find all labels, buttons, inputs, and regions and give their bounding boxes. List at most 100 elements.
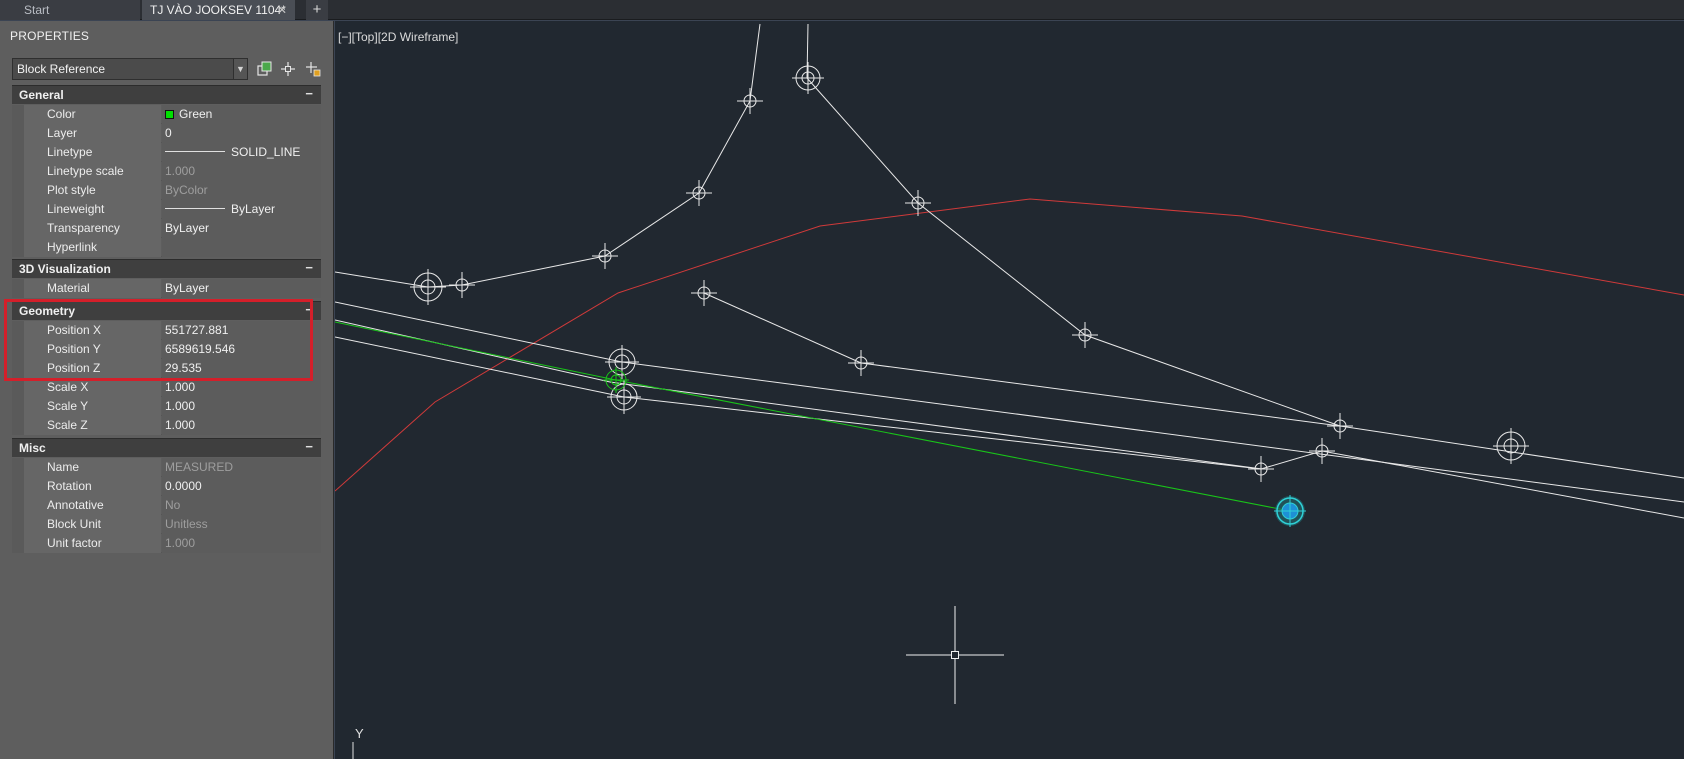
property-row-annotative[interactable]: Annotative No — [12, 496, 321, 515]
property-value-scale-z[interactable]: 1.000 — [162, 416, 321, 435]
property-label: Material — [12, 279, 161, 298]
point-marker — [592, 243, 618, 269]
white-line-long-2 — [335, 319, 1263, 470]
point-marker — [848, 350, 874, 376]
green-selected-line — [335, 321, 1291, 512]
section-general[interactable]: General − — [12, 85, 321, 104]
pickadd-icon — [257, 61, 272, 76]
collapse-icon[interactable]: − — [305, 260, 313, 275]
property-value-material[interactable]: ByLayer — [162, 279, 321, 298]
property-label: Scale Z — [12, 416, 161, 435]
white-polyline-inner — [703, 292, 1341, 427]
tab-drawing[interactable]: TJ VÀO JOOKSEV 1104* ✕ — [142, 0, 295, 20]
section-misc-title: Misc — [19, 441, 46, 455]
property-row-name[interactable]: Name MEASURED — [12, 458, 321, 477]
property-value-color[interactable]: Green — [162, 105, 321, 124]
property-value-scale-y[interactable]: 1.000 — [162, 397, 321, 416]
collapse-icon[interactable]: − — [305, 302, 313, 317]
drawing-canvas[interactable]: Y — [335, 21, 1684, 759]
section-3d-visualization-title: 3D Visualization — [19, 262, 111, 276]
property-value-rotation[interactable]: 0.0000 — [162, 477, 321, 496]
point-marker — [605, 345, 639, 379]
property-value-layer[interactable]: 0 — [162, 124, 321, 143]
property-row-color[interactable]: Color Green — [12, 105, 321, 124]
lineweight-value-text: ByLayer — [231, 202, 276, 216]
property-row-scale-y[interactable]: Scale Y 1.000 — [12, 397, 321, 416]
point-marker — [1493, 428, 1529, 464]
property-value-position-z[interactable]: 29.535 — [162, 359, 321, 378]
drawing-geometry — [335, 23, 1684, 759]
section-geometry-title: Geometry — [19, 304, 76, 318]
property-row-scale-z[interactable]: Scale Z 1.000 — [12, 416, 321, 435]
property-value-position-x[interactable]: 551727.881 — [162, 321, 321, 340]
section-geometry[interactable]: Geometry − — [12, 301, 321, 320]
property-label: Linetype — [12, 143, 161, 162]
property-row-scale-x[interactable]: Scale X 1.000 — [12, 378, 321, 397]
property-label: Hyperlink — [12, 238, 161, 257]
linetype-preview — [165, 151, 225, 152]
object-type-dropdown[interactable]: Block Reference ▼ — [12, 58, 248, 80]
select-objects-button[interactable] — [278, 59, 298, 79]
property-value-lineweight[interactable]: ByLayer — [162, 200, 321, 219]
collapse-icon[interactable]: − — [305, 86, 313, 101]
property-label: Linetype scale — [12, 162, 161, 181]
property-row-linetype[interactable]: Linetype SOLID_LINE — [12, 143, 321, 162]
property-value-position-y[interactable]: 6589619.546 — [162, 340, 321, 359]
tab-start[interactable]: Start — [0, 0, 140, 20]
property-row-transparency[interactable]: Transparency ByLayer — [12, 219, 321, 238]
property-row-plot-style[interactable]: Plot style ByColor — [12, 181, 321, 200]
property-label: Position Z — [12, 359, 161, 378]
property-row-linetype-scale[interactable]: Linetype scale 1.000 — [12, 162, 321, 181]
property-row-block-unit[interactable]: Block Unit Unitless — [12, 515, 321, 534]
property-row-hyperlink[interactable]: Hyperlink — [12, 238, 321, 257]
property-label: Scale Y — [12, 397, 161, 416]
property-row-position-z[interactable]: Position Z 29.535 — [12, 359, 321, 378]
property-row-position-y[interactable]: Position Y 6589619.546 — [12, 340, 321, 359]
property-value-linetype[interactable]: SOLID_LINE — [162, 143, 321, 162]
quick-select-button[interactable] — [303, 59, 323, 79]
chevron-down-icon[interactable]: ▼ — [233, 59, 247, 79]
color-value-text: Green — [179, 107, 213, 121]
property-value-name[interactable]: MEASURED — [162, 458, 321, 477]
point-marker — [1072, 322, 1098, 348]
property-value-annotative[interactable]: No — [162, 496, 321, 515]
property-value-linetype-scale[interactable]: 1.000 — [162, 162, 321, 181]
green-point-marker — [603, 367, 629, 393]
property-value-block-unit[interactable]: Unitless — [162, 515, 321, 534]
property-row-position-x[interactable]: Position X 551727.881 — [12, 321, 321, 340]
property-label: Lineweight — [12, 200, 161, 219]
collapse-icon[interactable]: − — [305, 439, 313, 454]
select-objects-icon — [281, 62, 295, 76]
point-marker — [1248, 456, 1274, 482]
toggle-pickadd-button[interactable] — [254, 59, 274, 79]
point-marker — [1327, 413, 1353, 439]
property-label: Position X — [12, 321, 161, 340]
section-3d-visualization[interactable]: 3D Visualization − — [12, 259, 321, 278]
close-tab-icon[interactable]: ✕ — [277, 0, 287, 20]
point-marker — [1309, 438, 1335, 464]
property-label: Unit factor — [12, 534, 161, 553]
selected-block-grip — [1274, 495, 1306, 527]
property-value-plot-style[interactable]: ByColor — [162, 181, 321, 200]
white-polyline-diagonal — [806, 77, 1684, 479]
property-value-hyperlink[interactable] — [162, 238, 321, 257]
point-marker — [449, 272, 475, 298]
property-value-transparency[interactable]: ByLayer — [162, 219, 321, 238]
property-row-lineweight[interactable]: Lineweight ByLayer — [12, 200, 321, 219]
lineweight-preview — [165, 208, 225, 209]
point-marker — [686, 180, 712, 206]
property-row-layer[interactable]: Layer 0 — [12, 124, 321, 143]
tab-start-label: Start — [24, 3, 50, 17]
document-tab-bar: Start TJ VÀO JOOKSEV 1104* ✕ + — [0, 0, 1684, 20]
new-tab-button[interactable]: + — [306, 0, 328, 20]
property-value-unit-factor[interactable]: 1.000 — [162, 534, 321, 553]
property-row-unit-factor[interactable]: Unit factor 1.000 — [12, 534, 321, 553]
viewport-controls[interactable]: [−][Top][2D Wireframe] — [338, 30, 458, 44]
property-value-scale-x[interactable]: 1.000 — [162, 378, 321, 397]
property-row-rotation[interactable]: Rotation 0.0000 — [12, 477, 321, 496]
point-marker — [737, 88, 763, 114]
section-misc[interactable]: Misc − — [12, 438, 321, 457]
white-line-long-1 — [335, 301, 1684, 503]
property-label: Block Unit — [12, 515, 161, 534]
property-row-material[interactable]: Material ByLayer — [12, 279, 321, 298]
